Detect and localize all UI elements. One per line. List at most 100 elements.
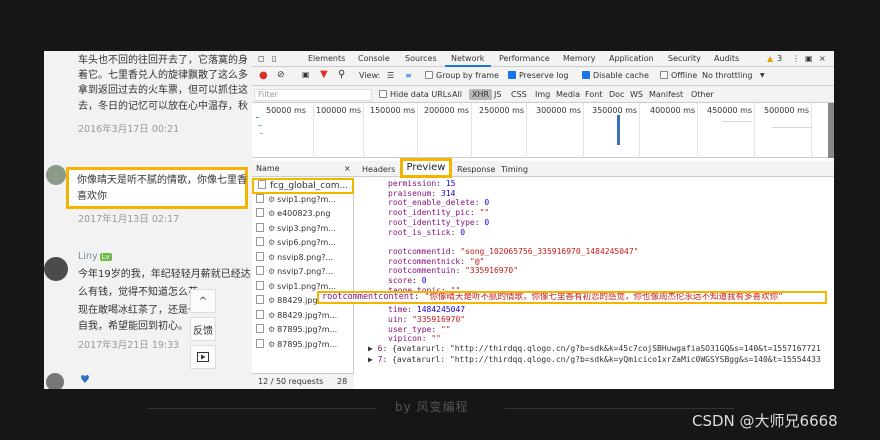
device-toggle-icon[interactable]: ▯ (272, 54, 276, 63)
watermark: CSDN @大师兄6668 (692, 412, 838, 430)
expand-arrow-icon[interactable]: ▶ (368, 344, 378, 353)
json-value: "" (479, 208, 490, 218)
filter-type-xhr[interactable]: XHR (469, 89, 493, 100)
image-file-icon (256, 309, 264, 319)
chevron-up-icon: ^ (198, 295, 208, 307)
tab-application[interactable]: Application (609, 54, 654, 63)
screenshot-stage: 车头也不回的往回开去了，它落寞的身 着它。七里香兑人的旋律飘散了这么多 拿到返回… (44, 51, 834, 389)
filter-icon[interactable]: ▼ (320, 69, 328, 80)
offline-label: Offline (671, 71, 698, 80)
request-row[interactable]: ⚙ nsvip8.png?... (252, 251, 354, 265)
json-line: uin: "335916970" (388, 315, 465, 324)
tab-timing[interactable]: Timing (501, 165, 528, 174)
tab-sources[interactable]: Sources (405, 54, 437, 63)
request-name: nsvip8.png?... (277, 252, 334, 262)
timeline-gridline (811, 103, 812, 158)
json-value: 0 (484, 198, 490, 208)
json-line: root_identity_type: 0 (388, 218, 489, 227)
resource-gear-icon: ⚙ (268, 194, 276, 204)
filter-type-js[interactable]: JS (494, 90, 501, 99)
disable-cache-checkbox[interactable] (582, 71, 590, 79)
json-value: 0 (484, 217, 490, 227)
request-row[interactable]: ⚙ svip1.png?m... (252, 193, 354, 207)
filter-type-other[interactable]: Other (691, 90, 714, 99)
image-file-icon (256, 222, 264, 232)
close-detail-icon[interactable]: × (344, 161, 351, 177)
timeline-tick-label: 50000 ms (266, 106, 306, 115)
image-file-icon (256, 338, 264, 348)
filter-type-css[interactable]: CSS (511, 90, 527, 99)
array-item-text: {avatarurl: "http://thirdqq.qlogo.cn/g?b… (392, 354, 821, 364)
waterfall-icon[interactable]: ≡ (405, 71, 412, 80)
filter-type-all[interactable]: All (452, 90, 462, 99)
group-by-frame-checkbox[interactable] (425, 71, 433, 79)
dock-icon[interactable]: ▣ (805, 54, 813, 63)
tab-console[interactable]: Console (358, 54, 390, 63)
more-menu-icon[interactable]: ⋮ (792, 54, 800, 63)
avatar[interactable] (46, 373, 64, 389)
filter-type-media[interactable]: Media (556, 90, 580, 99)
capture-screenshots-icon[interactable]: ▣ (302, 70, 310, 79)
filter-type-ws[interactable]: WS (630, 90, 643, 99)
video-button[interactable] (190, 345, 216, 369)
username-text[interactable]: Liny (78, 251, 98, 262)
feedback-button[interactable]: 反馈 (190, 317, 216, 341)
request-row[interactable]: ⚙ 87895.jpg?m... (252, 323, 354, 337)
filter-type-img[interactable]: Img (535, 90, 550, 99)
request-name: 87895.jpg?m... (277, 325, 338, 334)
filter-type-manifest[interactable]: Manifest (649, 90, 683, 99)
large-rows-icon[interactable]: ☰ (387, 71, 394, 80)
scroll-top-button[interactable]: ^ (190, 289, 216, 313)
clear-icon[interactable]: ⊘ (277, 70, 285, 80)
filter-input[interactable]: Filter (254, 89, 372, 101)
timeline-tick-label: 250000 ms (479, 106, 525, 115)
hide-data-urls-checkbox[interactable] (379, 90, 387, 98)
request-row[interactable]: ⚙ 87895.jpg?m... (252, 338, 354, 352)
expand-arrow-icon[interactable]: ▶ (368, 355, 378, 364)
warning-icon[interactable]: ▲ (767, 54, 773, 63)
feedback-label: 反馈 (193, 325, 213, 337)
json-array-item[interactable]: ▶ 6: {avatarurl: "http://thirdqq.qlogo.c… (368, 344, 821, 353)
tab-network[interactable]: Network (451, 54, 484, 63)
timeline-tick-label: 450000 ms (707, 106, 753, 115)
chevron-down-icon[interactable]: ▼ (760, 72, 765, 79)
comment-text-line: 喜欢你 (77, 191, 107, 202)
filter-type-font[interactable]: Font (585, 90, 602, 99)
json-line: rootcommentuin: "335916970" (388, 266, 518, 275)
record-icon[interactable]: ● (259, 70, 268, 81)
request-name: 87895.jpg?m... (277, 339, 338, 349)
close-devtools-icon[interactable]: × (819, 54, 826, 63)
request-count: 12 / 50 requests (258, 377, 324, 386)
request-row[interactable]: ⚙ nsvip7.png?... (252, 265, 354, 279)
comment-username[interactable]: Liny Lv (78, 251, 112, 262)
json-array-item[interactable]: ▶ 7: {avatarurl: "http://thirdqq.qlogo.c… (368, 355, 821, 364)
request-list-header[interactable]: Name × (252, 161, 354, 177)
resource-gear-icon: ⚙ (268, 339, 276, 349)
tab-performance[interactable]: Performance (499, 54, 550, 63)
tab-security[interactable]: Security (668, 54, 701, 63)
json-key: uin (388, 314, 403, 324)
request-row[interactable]: ⚙ svip6.png?m... (252, 236, 354, 250)
timeline-gridline (526, 103, 527, 158)
throttling-select[interactable]: No throttling (702, 71, 753, 80)
request-row[interactable]: ⚙ 88429.jpg?m... (252, 309, 354, 323)
offline-checkbox[interactable] (660, 71, 668, 79)
request-name: svip3.png?m... (277, 223, 336, 233)
timeline-scrollbar[interactable] (828, 103, 834, 158)
tab-preview[interactable]: Preview (400, 158, 452, 178)
tab-memory[interactable]: Memory (563, 54, 596, 63)
preserve-log-checkbox[interactable] (508, 71, 516, 79)
request-row[interactable]: ⚙ svip3.png?m... (252, 222, 354, 236)
tab-headers[interactable]: Headers (362, 165, 395, 174)
avatar[interactable] (44, 257, 68, 281)
inspect-icon[interactable]: ◻ (258, 54, 265, 63)
json-key: root_is_stick (388, 227, 451, 237)
tab-response[interactable]: Response (457, 165, 495, 174)
json-separator: : (474, 217, 485, 227)
search-icon[interactable]: ⚲ (338, 69, 345, 80)
request-row[interactable]: ⚙ e400823.png (252, 207, 354, 221)
filter-type-doc[interactable]: Doc (609, 90, 624, 99)
tab-audits[interactable]: Audits (714, 54, 739, 63)
tab-elements[interactable]: Elements (308, 54, 345, 63)
avatar[interactable] (46, 165, 66, 185)
